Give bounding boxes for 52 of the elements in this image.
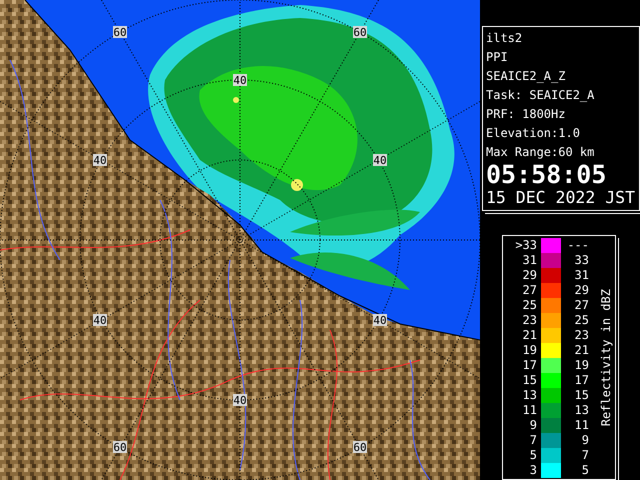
legend-label: 9 [528, 418, 537, 432]
legend-label: 17 [574, 373, 589, 387]
legend-label: 19 [574, 358, 589, 372]
time-text: 05:58:05 [486, 162, 608, 188]
range-label: 40 [93, 154, 107, 167]
range-label: 40 [93, 314, 107, 327]
legend-label: --- [566, 238, 589, 252]
range-label: 60 [353, 26, 367, 39]
legend-label: 15 [574, 388, 589, 402]
legend-label: 27 [522, 283, 537, 297]
legend-label: >33 [514, 238, 537, 252]
range-label: 40 [233, 394, 247, 407]
range-label: 60 [353, 441, 367, 454]
legend-label: 5 [528, 448, 537, 462]
legend-label: 19 [522, 343, 537, 357]
legend-label: 27 [574, 298, 589, 312]
legend-label: 3 [528, 463, 537, 477]
legend-label: 25 [522, 298, 537, 312]
legend-title: Reflectivity in dBZ [599, 288, 613, 426]
legend-label: 5 [580, 463, 589, 477]
legend-label: 11 [522, 403, 537, 417]
legend-label: 7 [580, 448, 589, 462]
range-label: 40 [373, 154, 387, 167]
legend-label: 11 [574, 418, 589, 432]
legend-label: 15 [522, 373, 537, 387]
info-line: PPI [486, 49, 509, 66]
range-label: 60 [113, 26, 127, 39]
range-label: 60 [113, 441, 127, 454]
legend-label: 13 [522, 388, 537, 402]
legend-label: 21 [574, 343, 589, 357]
date-text: 15 DEC 2022 JST [486, 188, 636, 208]
info-line: Max Range:60 km [486, 144, 596, 161]
legend-label: 17 [522, 358, 537, 372]
info-line: Task: SEAICE2_A [486, 87, 596, 104]
range-label: 40 [233, 74, 247, 87]
legend-label: 23 [574, 328, 589, 342]
info-line: ilts2 [486, 30, 524, 47]
legend-label: 21 [522, 328, 537, 342]
legend-label: 7 [528, 433, 537, 447]
range-label: 40 [373, 314, 387, 327]
info-line: Elevation:1.0 [486, 125, 581, 142]
legend-label: 13 [574, 403, 589, 417]
info-line: PRF: 1800Hz [486, 106, 566, 123]
legend-label: 31 [522, 253, 537, 267]
legend-label: 33 [574, 253, 589, 267]
legend-label: 25 [574, 313, 589, 327]
legend-label: 31 [574, 268, 589, 282]
legend-label: 29 [574, 283, 589, 297]
legend-label: 29 [522, 268, 537, 282]
info-line: SEAICE2_A_Z [486, 68, 566, 85]
legend-label: 23 [522, 313, 537, 327]
legend-label: 9 [580, 433, 589, 447]
